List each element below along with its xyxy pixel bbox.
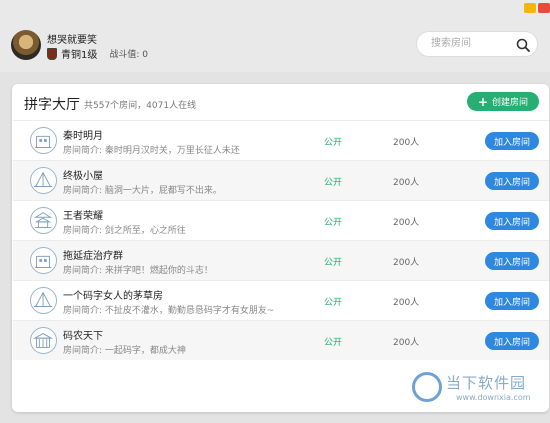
search-box[interactable] xyxy=(416,31,538,57)
room-count: 200人 xyxy=(393,218,420,228)
building-icon xyxy=(30,247,57,274)
room-row[interactable]: 秦时明月 房间简介: 秦时明月汉时关，万里长征人未还 公开 200人 加入房间 xyxy=(13,120,549,160)
room-desc: 房间简介: 剑之所至，心之所往 xyxy=(63,226,186,236)
room-row[interactable]: 王者荣耀 房间简介: 剑之所至，心之所往 公开 200人 加入房间 xyxy=(13,200,549,240)
join-room-button[interactable]: 加入房间 xyxy=(485,172,539,190)
room-desc: 房间简介: 来拼字吧！燃起你的斗志！ xyxy=(63,266,213,276)
user-rank: 青铜1级 战斗值: 0 xyxy=(47,46,148,61)
lobby-title: 拼字大厅 xyxy=(24,97,80,113)
room-desc: 房间简介: 一起码字，都成大神 xyxy=(63,346,186,356)
room-name: 终极小屋 xyxy=(63,171,103,182)
watermark: 当下软件园 www.downxia.com xyxy=(412,368,548,408)
room-name: 王者荣耀 xyxy=(63,211,103,222)
join-room-button[interactable]: 加入房间 xyxy=(485,292,539,310)
lobby-subtitle: 共557个房间，4071人在线 xyxy=(84,101,197,111)
room-count: 200人 xyxy=(393,298,420,308)
window-controls xyxy=(524,3,550,13)
top-bar: 想哭就要笑 青铜1级 战斗值: 0 xyxy=(0,0,550,72)
room-status: 公开 xyxy=(324,138,343,148)
join-room-button[interactable]: 加入房间 xyxy=(485,212,539,230)
create-room-label: 创建房间 xyxy=(492,98,529,108)
create-room-button[interactable]: + 创建房间 xyxy=(467,92,539,111)
room-name: 码农天下 xyxy=(63,331,103,342)
room-status: 公开 xyxy=(324,298,343,308)
palace-icon xyxy=(30,327,57,354)
building-icon xyxy=(30,127,57,154)
join-room-button[interactable]: 加入房间 xyxy=(485,252,539,270)
minimize-icon[interactable] xyxy=(524,3,536,13)
room-desc: 房间简介: 脑洞一大片，屁都写不出来。 xyxy=(63,186,222,196)
room-status: 公开 xyxy=(324,178,343,188)
room-count: 200人 xyxy=(393,258,420,268)
room-row[interactable]: 码农天下 房间简介: 一起码字，都成大神 公开 200人 加入房间 xyxy=(13,320,549,360)
room-list: 秦时明月 房间简介: 秦时明月汉时关，万里长征人未还 公开 200人 加入房间 … xyxy=(13,120,549,360)
close-icon[interactable] xyxy=(538,3,550,13)
room-row[interactable]: 终极小屋 房间简介: 脑洞一大片，屁都写不出来。 公开 200人 加入房间 xyxy=(13,160,549,200)
join-room-button[interactable]: 加入房间 xyxy=(485,332,539,350)
user-name: 想哭就要笑 xyxy=(47,35,97,46)
room-count: 200人 xyxy=(393,338,420,348)
room-count: 200人 xyxy=(393,138,420,148)
room-status: 公开 xyxy=(324,218,343,228)
watermark-logo-icon xyxy=(412,372,442,402)
room-name: 拖延症治疗群 xyxy=(63,251,123,262)
room-row[interactable]: 拖延症治疗群 房间简介: 来拼字吧！燃起你的斗志！ 公开 200人 加入房间 xyxy=(13,240,549,280)
search-input[interactable] xyxy=(429,37,513,50)
rank-label: 青铜1级 xyxy=(61,50,98,61)
tent-icon xyxy=(30,287,57,314)
power-label: 战斗值: 0 xyxy=(109,50,148,60)
tent-icon xyxy=(30,167,57,194)
room-status: 公开 xyxy=(324,258,343,268)
room-desc: 房间简介: 不扯皮不灌水，勤勤恳恳码字才有女朋友~ xyxy=(63,306,275,316)
lobby-panel: 拼字大厅 共557个房间，4071人在线 + 创建房间 秦时明月 房间简介: 秦… xyxy=(12,84,549,412)
plus-icon: + xyxy=(477,94,489,109)
room-name: 秦时明月 xyxy=(63,131,103,142)
search-icon[interactable] xyxy=(515,37,531,53)
room-count: 200人 xyxy=(393,178,420,188)
watermark-url: www.downxia.com xyxy=(456,393,531,402)
room-name: 一个码字女人的茅草房 xyxy=(63,291,163,302)
avatar[interactable] xyxy=(11,30,41,60)
watermark-title: 当下软件园 xyxy=(446,374,527,392)
room-desc: 房间简介: 秦时明月汉时关，万里长征人未还 xyxy=(63,146,240,156)
room-status: 公开 xyxy=(324,338,343,348)
room-row[interactable]: 一个码字女人的茅草房 房间简介: 不扯皮不灌水，勤勤恳恳码字才有女朋友~ 公开 … xyxy=(13,280,549,320)
rank-badge-icon xyxy=(47,47,57,60)
pagoda-icon xyxy=(30,207,57,234)
join-room-button[interactable]: 加入房间 xyxy=(485,132,539,150)
